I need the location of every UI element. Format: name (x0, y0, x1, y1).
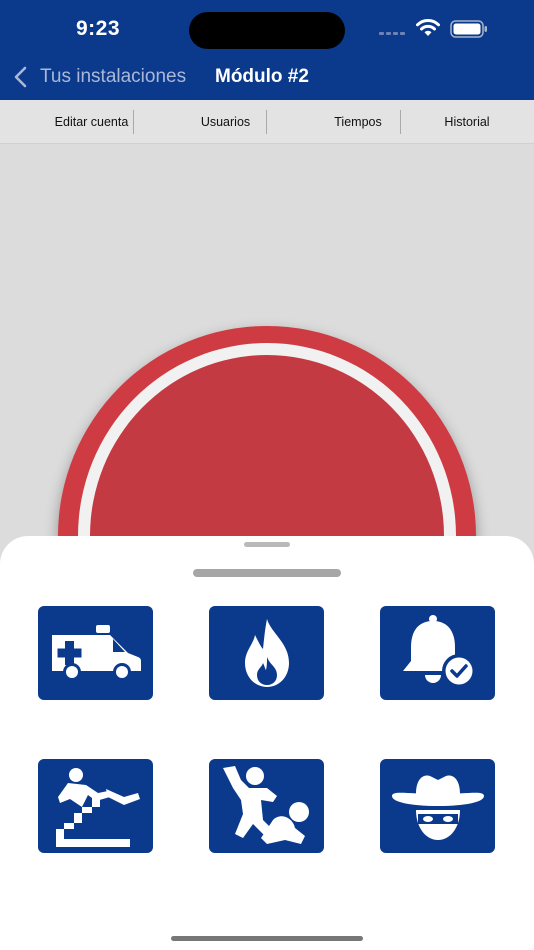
back-button[interactable]: Tus instalaciones (12, 63, 186, 91)
tab-divider (400, 110, 401, 134)
tab-divider (133, 110, 134, 134)
fire-option[interactable] (209, 606, 324, 700)
navigation-bar: 9:23 Tus instalaciones Módulo #2 (0, 0, 534, 100)
alarm-option[interactable] (380, 606, 495, 700)
ambulance-option[interactable] (38, 606, 153, 700)
intruder-option[interactable] (380, 759, 495, 853)
tab-historial[interactable]: Historial (428, 100, 506, 144)
tab-bar: Editar cuenta Usuarios Tiempos Historial (0, 100, 534, 144)
tab-usuarios[interactable]: Usuarios (183, 100, 268, 144)
dynamic-island (189, 12, 345, 49)
battery-icon (450, 20, 487, 38)
home-indicator (171, 936, 363, 941)
alarm-bell-check-icon (402, 615, 476, 688)
ambulance-icon (51, 625, 141, 681)
cellular-signal-icon (379, 32, 407, 36)
back-button-label: Tus instalaciones (40, 66, 187, 87)
fire-icon (244, 619, 289, 687)
assault-icon (222, 766, 309, 844)
fall-option[interactable] (38, 759, 153, 853)
emergency-options-sheet (0, 536, 534, 950)
sheet-grabber[interactable] (244, 542, 290, 547)
tab-divider (266, 110, 267, 134)
sheet-drag-handle[interactable] (193, 569, 341, 577)
wifi-icon (416, 19, 440, 36)
masked-intruder-icon (391, 775, 484, 840)
fall-stairs-icon (55, 768, 140, 847)
status-time: 9:23 (76, 17, 121, 40)
tab-tiempos[interactable]: Tiempos (318, 100, 398, 144)
page-title: Módulo #2 (215, 66, 309, 87)
chevron-left-icon (14, 66, 27, 88)
assault-option[interactable] (209, 759, 324, 853)
tab-editar-cuenta[interactable]: Editar cuenta (45, 100, 138, 144)
